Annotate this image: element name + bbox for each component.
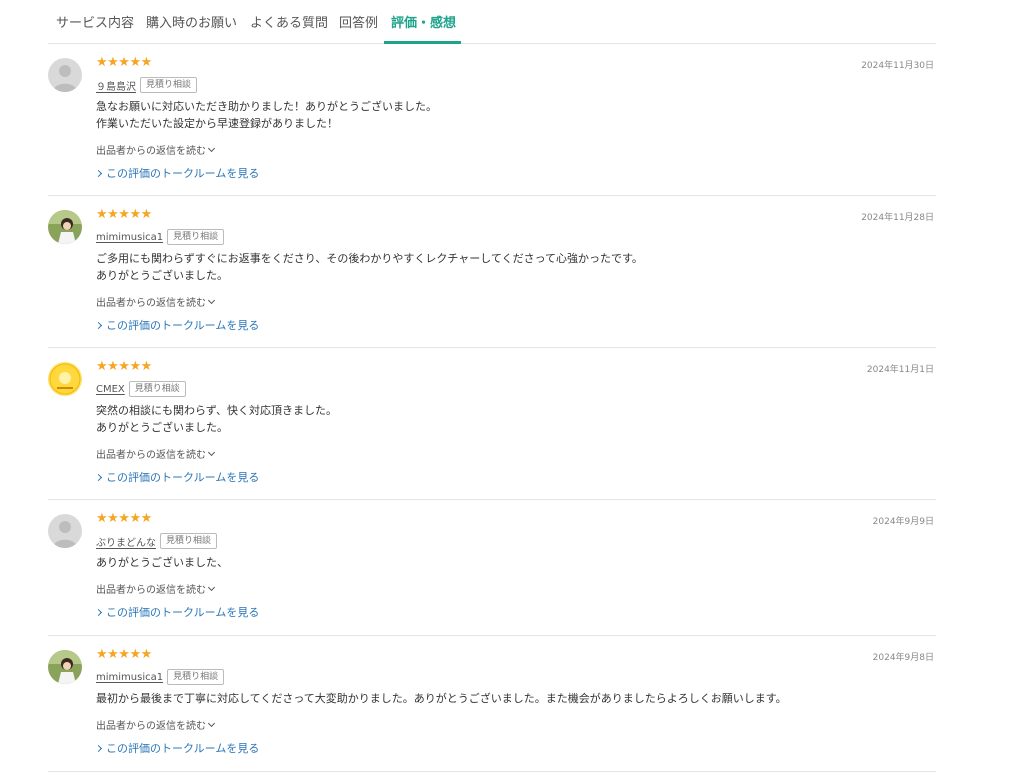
talk-room-link-label: この評価のトークルームを見る xyxy=(106,319,260,332)
default-avatar-icon[interactable] xyxy=(48,514,82,548)
read-reply-toggle[interactable]: 出品者からの返信を読む xyxy=(96,446,216,461)
review-text: ご多用にも関わらずすぐにお返事をくださり、その後わかりやすくレクチャーしてくださ… xyxy=(96,250,643,284)
star-rating: ★★★★★ xyxy=(96,55,152,70)
review-text-line: ありがとうございました。 xyxy=(96,269,228,282)
service-type-badge: 見積り相談 xyxy=(167,229,225,245)
service-type-badge: 見積り相談 xyxy=(167,669,225,685)
reviewer-name-link[interactable]: CMEX xyxy=(96,384,125,395)
user-photo-avatar[interactable] xyxy=(48,650,82,684)
read-reply-label: 出品者からの返信を読む xyxy=(96,721,206,732)
chevron-right-icon xyxy=(94,321,103,329)
review-item: ★★★★★ CMEX 見積り相談 2024年11月1日 突然の相談にも関わらず、… xyxy=(48,348,936,500)
review-item: ★★★★★ mimimusica1 見積り相談 2024年11月28日 ご多用に… xyxy=(48,196,936,348)
read-reply-label: 出品者からの返信を読む xyxy=(96,450,206,461)
review-text-line: ご多用にも関わらずすぐにお返事をくださり、その後わかりやすくレクチャーしてくださ… xyxy=(96,252,643,265)
chevron-down-icon xyxy=(207,583,216,591)
review-text: ありがとうございました、 xyxy=(96,554,228,571)
review-date: 2024年9月8日 xyxy=(872,653,934,663)
review-text-line: ありがとうございました、 xyxy=(96,556,228,569)
review-text-line: ありがとうございました。 xyxy=(96,421,228,434)
star-rating: ★★★★★ xyxy=(96,511,152,526)
tab-reviews[interactable]: 評価・感想 xyxy=(391,12,456,31)
chevron-down-icon xyxy=(207,719,216,727)
reviewer-name-link[interactable]: ぶりまどんな xyxy=(96,534,156,549)
review-text: 突然の相談にも関わらず、快く対応頂きました。 ありがとうございました。 xyxy=(96,402,337,436)
review-date: 2024年11月30日 xyxy=(861,61,934,71)
review-text-line: 作業いただいた設定から早速登録がありました！ xyxy=(96,117,338,130)
review-text-line: 最初から最後まで丁寧に対応してくださって大変助かりました。ありがとうございました… xyxy=(96,692,787,705)
talk-room-link[interactable]: この評価のトークルームを見る xyxy=(94,740,260,756)
chevron-right-icon xyxy=(94,473,103,481)
talk-room-link-label: この評価のトークルームを見る xyxy=(106,471,260,484)
reviewer-name-link[interactable]: ９島島沢 xyxy=(96,78,136,93)
reviewer-meta: mimimusica1 見積り相談 xyxy=(96,669,225,685)
talk-room-link[interactable]: この評価のトークルームを見る xyxy=(94,469,260,485)
reviewer-meta: ９島島沢 見積り相談 xyxy=(96,77,198,93)
chevron-down-icon xyxy=(207,144,216,152)
review-text-line: 突然の相談にも関わらず、快く対応頂きました。 xyxy=(96,404,338,417)
talk-room-link[interactable]: この評価のトークルームを見る xyxy=(94,317,260,333)
talk-room-link[interactable]: この評価のトークルームを見る xyxy=(94,165,260,181)
default-avatar-icon[interactable] xyxy=(48,58,82,92)
read-reply-toggle[interactable]: 出品者からの返信を読む xyxy=(96,294,216,309)
reviewer-meta: CMEX 見積り相談 xyxy=(96,381,186,397)
read-reply-toggle[interactable]: 出品者からの返信を読む xyxy=(96,581,216,596)
review-list: ★★★★★ ９島島沢 見積り相談 2024年11月30日 急なお願いに対応いただ… xyxy=(48,44,936,772)
star-rating: ★★★★★ xyxy=(96,207,152,222)
star-rating: ★★★★★ xyxy=(96,647,152,662)
cmex-logo-avatar[interactable] xyxy=(48,362,82,396)
service-type-badge: 見積り相談 xyxy=(128,381,186,397)
chevron-down-icon xyxy=(207,448,216,456)
tab-answer-examples[interactable]: 回答例 xyxy=(339,12,378,31)
chevron-right-icon xyxy=(94,744,103,752)
talk-room-link-label: この評価のトークルームを見る xyxy=(106,167,260,180)
talk-room-link[interactable]: この評価のトークルームを見る xyxy=(94,604,260,620)
review-text: 急なお願いに対応いただき助かりました！ありがとうございました。 作業いただいた設… xyxy=(96,98,437,132)
chevron-down-icon xyxy=(207,296,216,304)
chevron-right-icon xyxy=(94,169,103,177)
reviewer-name-link[interactable]: mimimusica1 xyxy=(96,232,163,243)
user-photo-avatar[interactable] xyxy=(48,210,82,244)
talk-room-link-label: この評価のトークルームを見る xyxy=(106,742,260,755)
tab-bar: サービス内容 購入時のお願い よくある質問 回答例 評価・感想 xyxy=(48,0,936,44)
reviewer-meta: ぶりまどんな 見積り相談 xyxy=(96,533,218,549)
review-text: 最初から最後まで丁寧に対応してくださって大変助かりました。ありがとうございました… xyxy=(96,690,787,707)
talk-room-link-label: この評価のトークルームを見る xyxy=(106,606,260,619)
tab-purchase-request[interactable]: 購入時のお願い xyxy=(146,12,237,31)
review-date: 2024年11月28日 xyxy=(861,213,934,223)
tab-faq[interactable]: よくある質問 xyxy=(250,12,328,31)
review-item: ★★★★★ mimimusica1 見積り相談 2024年9月8日 最初から最後… xyxy=(48,636,936,772)
service-type-badge: 見積り相談 xyxy=(160,533,218,549)
read-reply-label: 出品者からの返信を読む xyxy=(96,298,206,309)
reviewer-meta: mimimusica1 見積り相談 xyxy=(96,229,225,245)
tab-service-content[interactable]: サービス内容 xyxy=(56,12,134,31)
read-reply-toggle[interactable]: 出品者からの返信を読む xyxy=(96,717,216,732)
service-type-badge: 見積り相談 xyxy=(140,77,198,93)
read-reply-toggle[interactable]: 出品者からの返信を読む xyxy=(96,142,216,157)
chevron-right-icon xyxy=(94,608,103,616)
star-rating: ★★★★★ xyxy=(96,359,152,374)
review-date: 2024年9月9日 xyxy=(872,517,934,527)
reviewer-name-link[interactable]: mimimusica1 xyxy=(96,672,163,683)
review-date: 2024年11月1日 xyxy=(866,365,934,375)
read-reply-label: 出品者からの返信を読む xyxy=(96,585,206,596)
review-item: ★★★★★ ぶりまどんな 見積り相談 2024年9月9日 ありがとうございました… xyxy=(48,500,936,636)
review-text-line: 急なお願いに対応いただき助かりました！ありがとうございました。 xyxy=(96,100,437,113)
review-item: ★★★★★ ９島島沢 見積り相談 2024年11月30日 急なお願いに対応いただ… xyxy=(48,44,936,196)
read-reply-label: 出品者からの返信を読む xyxy=(96,146,206,157)
